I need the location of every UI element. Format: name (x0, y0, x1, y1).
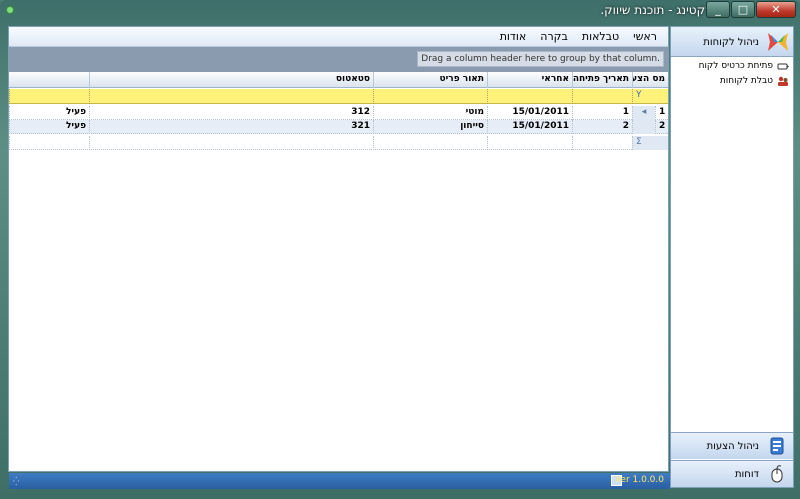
mouse-icon (771, 465, 783, 483)
minimize-button[interactable]: _ (706, 1, 730, 18)
app-icon[interactable] (6, 6, 14, 14)
sidebar-item-clients-table[interactable]: טבלת לקוחות (671, 74, 793, 89)
sidebar-item-open-client-card[interactable]: פתיחת כרטיס לקוח (671, 59, 793, 74)
column-header-open-date[interactable]: תאריך פתיחה (572, 72, 632, 88)
sidebar-section-reports[interactable]: דוחות (671, 460, 793, 487)
menu-about[interactable]: אודות (493, 30, 534, 43)
cell-item-description[interactable]: 321 (89, 120, 373, 134)
sidebar-list: פתיחת כרטיס לקוח טבלת לקוחות (671, 59, 793, 89)
summary-cell (373, 136, 487, 150)
window-title: מרקטינג - תוכנת שיווק. (600, 3, 720, 17)
column-header-status[interactable]: סטאטוס (89, 72, 373, 88)
sidebar-section-label: דוחות (734, 469, 759, 480)
clients-icon (778, 76, 788, 86)
table-row[interactable]: 2 2 15/01/2011 סייחון 321 פעיל (9, 120, 668, 134)
summary-cell (9, 136, 89, 150)
cell-open-date[interactable]: 15/01/2011 (487, 120, 572, 134)
sum-icon[interactable]: Σ (632, 136, 668, 150)
grid-header-row: מס הצעה תאריך פתיחה אחראי תאור פריט סטאט… (9, 72, 668, 88)
sidebar-item-label: פתיחת כרטיס לקוח (698, 61, 773, 71)
row-indicator[interactable] (632, 120, 655, 134)
filter-row[interactable]: Y (9, 89, 668, 104)
cell-status[interactable]: פעיל (9, 120, 89, 134)
column-header-item-description[interactable]: תאור פריט (373, 72, 487, 88)
navigation-sidebar: ניהול לקוחות פתיחת כרטיס לקוח טבלת לקוחו… (670, 26, 794, 488)
maximize-button[interactable]: □ (731, 1, 755, 18)
data-grid: מס הצעה תאריך פתיחה אחראי תאור פריט סטאט… (9, 72, 668, 150)
cell-owner[interactable]: מוטי (373, 106, 487, 120)
summary-cell (89, 136, 373, 150)
sidebar-section-offers[interactable]: ניהול הצעות (671, 432, 793, 459)
filter-cell[interactable] (373, 89, 487, 104)
summary-cell (572, 136, 632, 150)
menu-tables[interactable]: טבלאות (575, 30, 626, 43)
row-number: 1 (655, 106, 668, 120)
filter-cell[interactable] (9, 89, 89, 104)
resize-grip-icon[interactable]: ⁛ (13, 477, 19, 486)
table-row[interactable]: 1 ◂ 1 15/01/2011 מוטי 312 פעיל (9, 106, 668, 120)
group-by-panel[interactable]: Drag a column header here to group by th… (9, 47, 668, 72)
main-panel: ראשי טבלאות בקרה אודות Drag a column hea… (8, 26, 670, 489)
filter-icon[interactable]: Y (632, 89, 668, 104)
column-header-owner[interactable]: אחראי (487, 72, 572, 88)
filter-cell[interactable] (89, 89, 373, 104)
pointing-hand-icon (777, 63, 789, 70)
cell-owner[interactable]: סייחון (373, 120, 487, 134)
cell-item-description[interactable]: 312 (89, 106, 373, 120)
sidebar-header[interactable]: ניהול לקוחות (671, 27, 793, 57)
column-header-offer-number[interactable]: מס הצעה (632, 72, 668, 88)
filter-cell[interactable] (487, 89, 572, 104)
cell-open-date[interactable]: 15/01/2011 (487, 106, 572, 120)
status-bar: ⁛ Ver 1.0.0.0 (9, 473, 670, 489)
offers-icon (770, 437, 784, 455)
sidebar-item-label: טבלת לקוחות (719, 76, 773, 86)
close-button[interactable]: ✕ (756, 1, 796, 18)
row-number: 2 (655, 120, 668, 134)
group-by-hint: Drag a column header here to group by th… (417, 51, 664, 67)
row-indicator-icon[interactable]: ◂ (632, 106, 655, 120)
menu-control[interactable]: בקרה (533, 30, 575, 43)
cell-offer-number[interactable]: 1 (572, 106, 632, 120)
summary-row: Σ (9, 136, 668, 150)
filter-cell[interactable] (572, 89, 632, 104)
summary-cell (487, 136, 572, 150)
menu-bar: ראשי טבלאות בקרה אודות (9, 27, 668, 47)
menu-main[interactable]: ראשי (626, 30, 664, 43)
butterfly-logo-icon (768, 33, 788, 51)
sidebar-section-label: ניהול הצעות (706, 441, 759, 452)
cell-offer-number[interactable]: 2 (572, 120, 632, 134)
title-bar: מרקטינג - תוכנת שיווק. _ □ ✕ (0, 0, 800, 22)
cell-status[interactable]: פעיל (9, 106, 89, 120)
version-label: Ver 1.0.0.0 (614, 475, 664, 485)
sidebar-header-label: ניהול לקוחות (703, 37, 759, 48)
app-window: מרקטינג - תוכנת שיווק. _ □ ✕ ראשי טבלאות… (0, 0, 800, 499)
